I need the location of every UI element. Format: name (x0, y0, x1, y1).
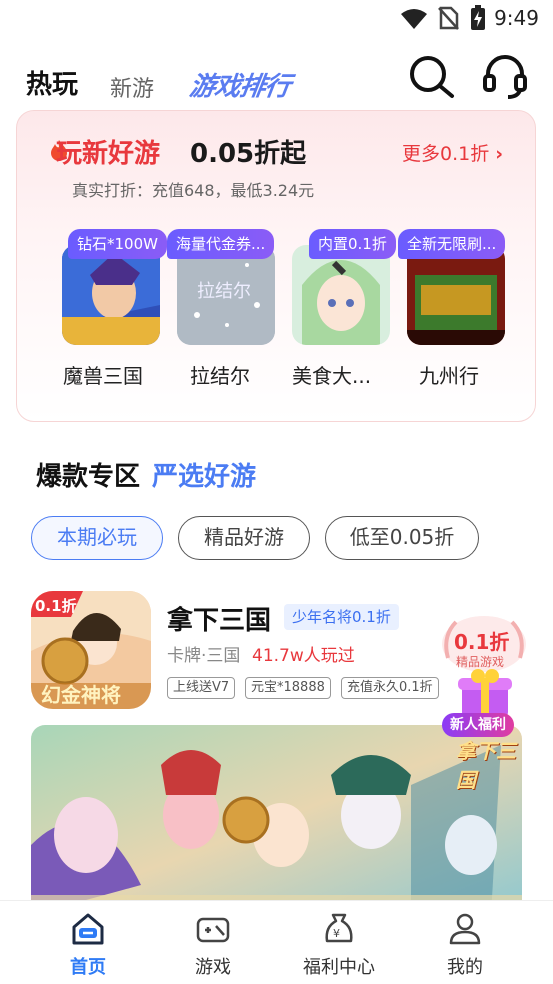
game-name[interactable]: 美食大... (292, 360, 371, 389)
tab-new-games[interactable]: 新游 (110, 71, 154, 103)
game-name[interactable]: 拉结尔 (190, 360, 250, 389)
chevron-right-icon: › (495, 143, 504, 165)
customer-service-icon[interactable] (480, 52, 530, 102)
svg-text:¥: ¥ (333, 927, 340, 940)
section-title: 爆款专区 (36, 462, 141, 492)
discount-title: 玩新好游 (56, 139, 161, 169)
chip-low-discount[interactable]: 低至0.05折 (325, 516, 479, 560)
promo-discount: 0.1折 (454, 630, 510, 654)
tab-game-ranking[interactable]: 游戏排行 (187, 66, 292, 103)
nav-welfare-label: 福利中心 (303, 957, 375, 978)
game-badge: 海量代金券... (167, 229, 275, 259)
featured-icon-caption: 幻金神将 (41, 683, 121, 707)
more-discount-link[interactable]: 更多0.1折 › (402, 139, 503, 166)
featured-game-name[interactable]: 拿下三国 (167, 600, 271, 637)
section-subtitle: 严选好游 (152, 462, 257, 492)
discount-subtitle: 真实打折：充值648，最低3.24元 (72, 181, 315, 200)
status-time: 9:49 (494, 6, 539, 30)
user-icon (449, 913, 481, 945)
game-name[interactable]: 魔兽三国 (63, 360, 143, 389)
wifi-icon (401, 9, 427, 29)
no-sim-icon (438, 6, 459, 30)
game-badge: 内置0.1折 (309, 229, 396, 259)
featured-game-chip: 元宝*18888 (245, 677, 331, 699)
game-name[interactable]: 九州行 (419, 360, 479, 389)
featured-icon-badge: 0.1折 (35, 597, 77, 615)
nav-profile[interactable]: 我的 (420, 901, 510, 984)
featured-game-tag: 少年名将0.1折 (284, 604, 399, 630)
newbie-welfare-badge[interactable]: 0.1折 精品游戏 新人福利 (434, 612, 534, 742)
tab-hot[interactable]: 热玩 (26, 64, 78, 101)
nav-games-label: 游戏 (195, 957, 231, 978)
featured-game-chip: 上线送V7 (167, 677, 236, 699)
game-icon-moshou[interactable] (62, 245, 160, 345)
game-icon-lajieer[interactable]: 拉结尔 (177, 245, 275, 345)
featured-game-players: 41.7w人玩过 (252, 646, 355, 666)
featured-game-banner[interactable]: 拿下三国 (31, 725, 522, 915)
discount-title-rate: 0.05折起 (190, 139, 307, 169)
search-icon[interactable] (406, 52, 456, 102)
game-badge: 全新无限刷... (398, 229, 506, 259)
nav-games[interactable]: 游戏 (168, 901, 258, 984)
game-badge: 钻石*100W (68, 229, 167, 259)
gamepad-icon (196, 917, 230, 943)
bottom-nav: 首页 游戏 ¥ 福利中心 我的 (0, 900, 553, 983)
nav-home[interactable]: 首页 (43, 901, 133, 984)
featured-game-chip: 充值永久0.1折 (341, 677, 439, 699)
promo-ribbon: 新人福利 (442, 713, 514, 737)
svg-text:拉结尔: 拉结尔 (197, 281, 251, 302)
money-bag-icon: ¥ (325, 913, 353, 943)
game-icon-meishi[interactable] (292, 245, 390, 345)
featured-game-category: 卡牌·三国 (167, 646, 241, 666)
nav-profile-label: 我的 (447, 957, 483, 978)
battery-charging-icon (471, 5, 485, 30)
banner-logo: 拿下三国 (456, 739, 516, 792)
game-icon-jiuzhou[interactable] (407, 245, 505, 345)
chip-quality-games[interactable]: 精品好游 (178, 516, 310, 560)
chip-must-play[interactable]: 本期必玩 (31, 516, 163, 560)
home-icon (72, 913, 104, 945)
featured-game-icon[interactable]: 0.1折 幻金神将 (31, 591, 151, 709)
nav-welfare[interactable]: ¥ 福利中心 (294, 901, 384, 984)
status-bar: 9:49 (0, 0, 553, 40)
nav-home-label: 首页 (70, 957, 106, 978)
more-discount-label: 更多0.1折 (402, 143, 496, 165)
